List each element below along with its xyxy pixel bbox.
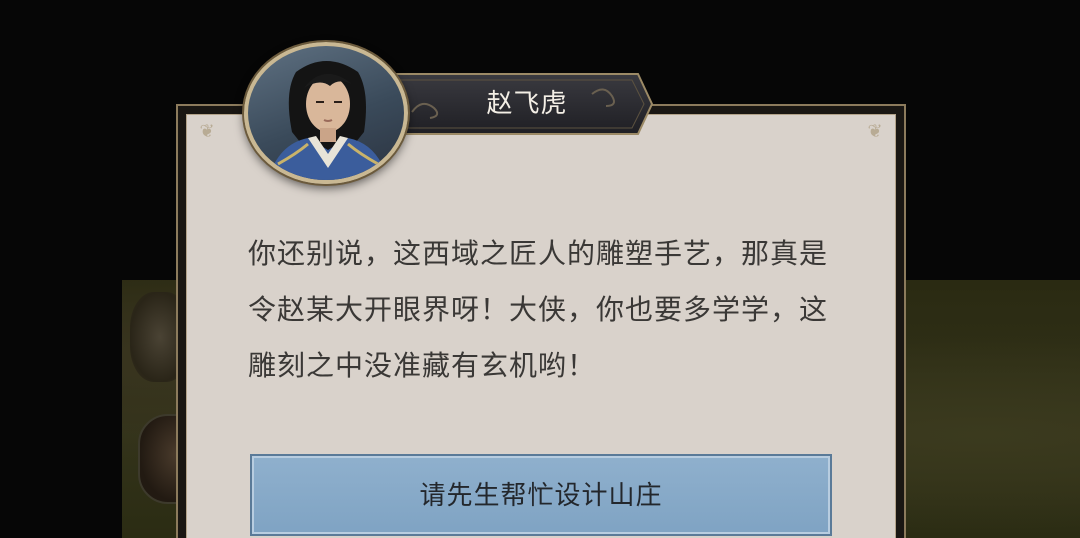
- speaker-portrait: [244, 42, 408, 184]
- character-portrait-art: [268, 61, 388, 180]
- choice-button-design-manor[interactable]: 请先生帮忙设计山庄: [250, 454, 832, 536]
- cloud-ornament-icon: ❦: [867, 121, 883, 142]
- speaker-name: 赵飞虎: [486, 89, 568, 119]
- choice-button-label: 请先生帮忙设计山庄: [419, 481, 663, 511]
- speaker-name-banner: 赵飞虎: [392, 72, 654, 136]
- game-screen: ❦ ❦ 赵飞虎 你还别说，这西域之匠人的雕塑手艺，那真是令赵某大开眼界呀！大侠，…: [0, 0, 1080, 538]
- cloud-ornament-icon: ❦: [199, 121, 215, 142]
- dialog-text: 你还别说，这西域之匠人的雕塑手艺，那真是令赵某大开眼界呀！大侠，你也要多学学，这…: [248, 237, 829, 382]
